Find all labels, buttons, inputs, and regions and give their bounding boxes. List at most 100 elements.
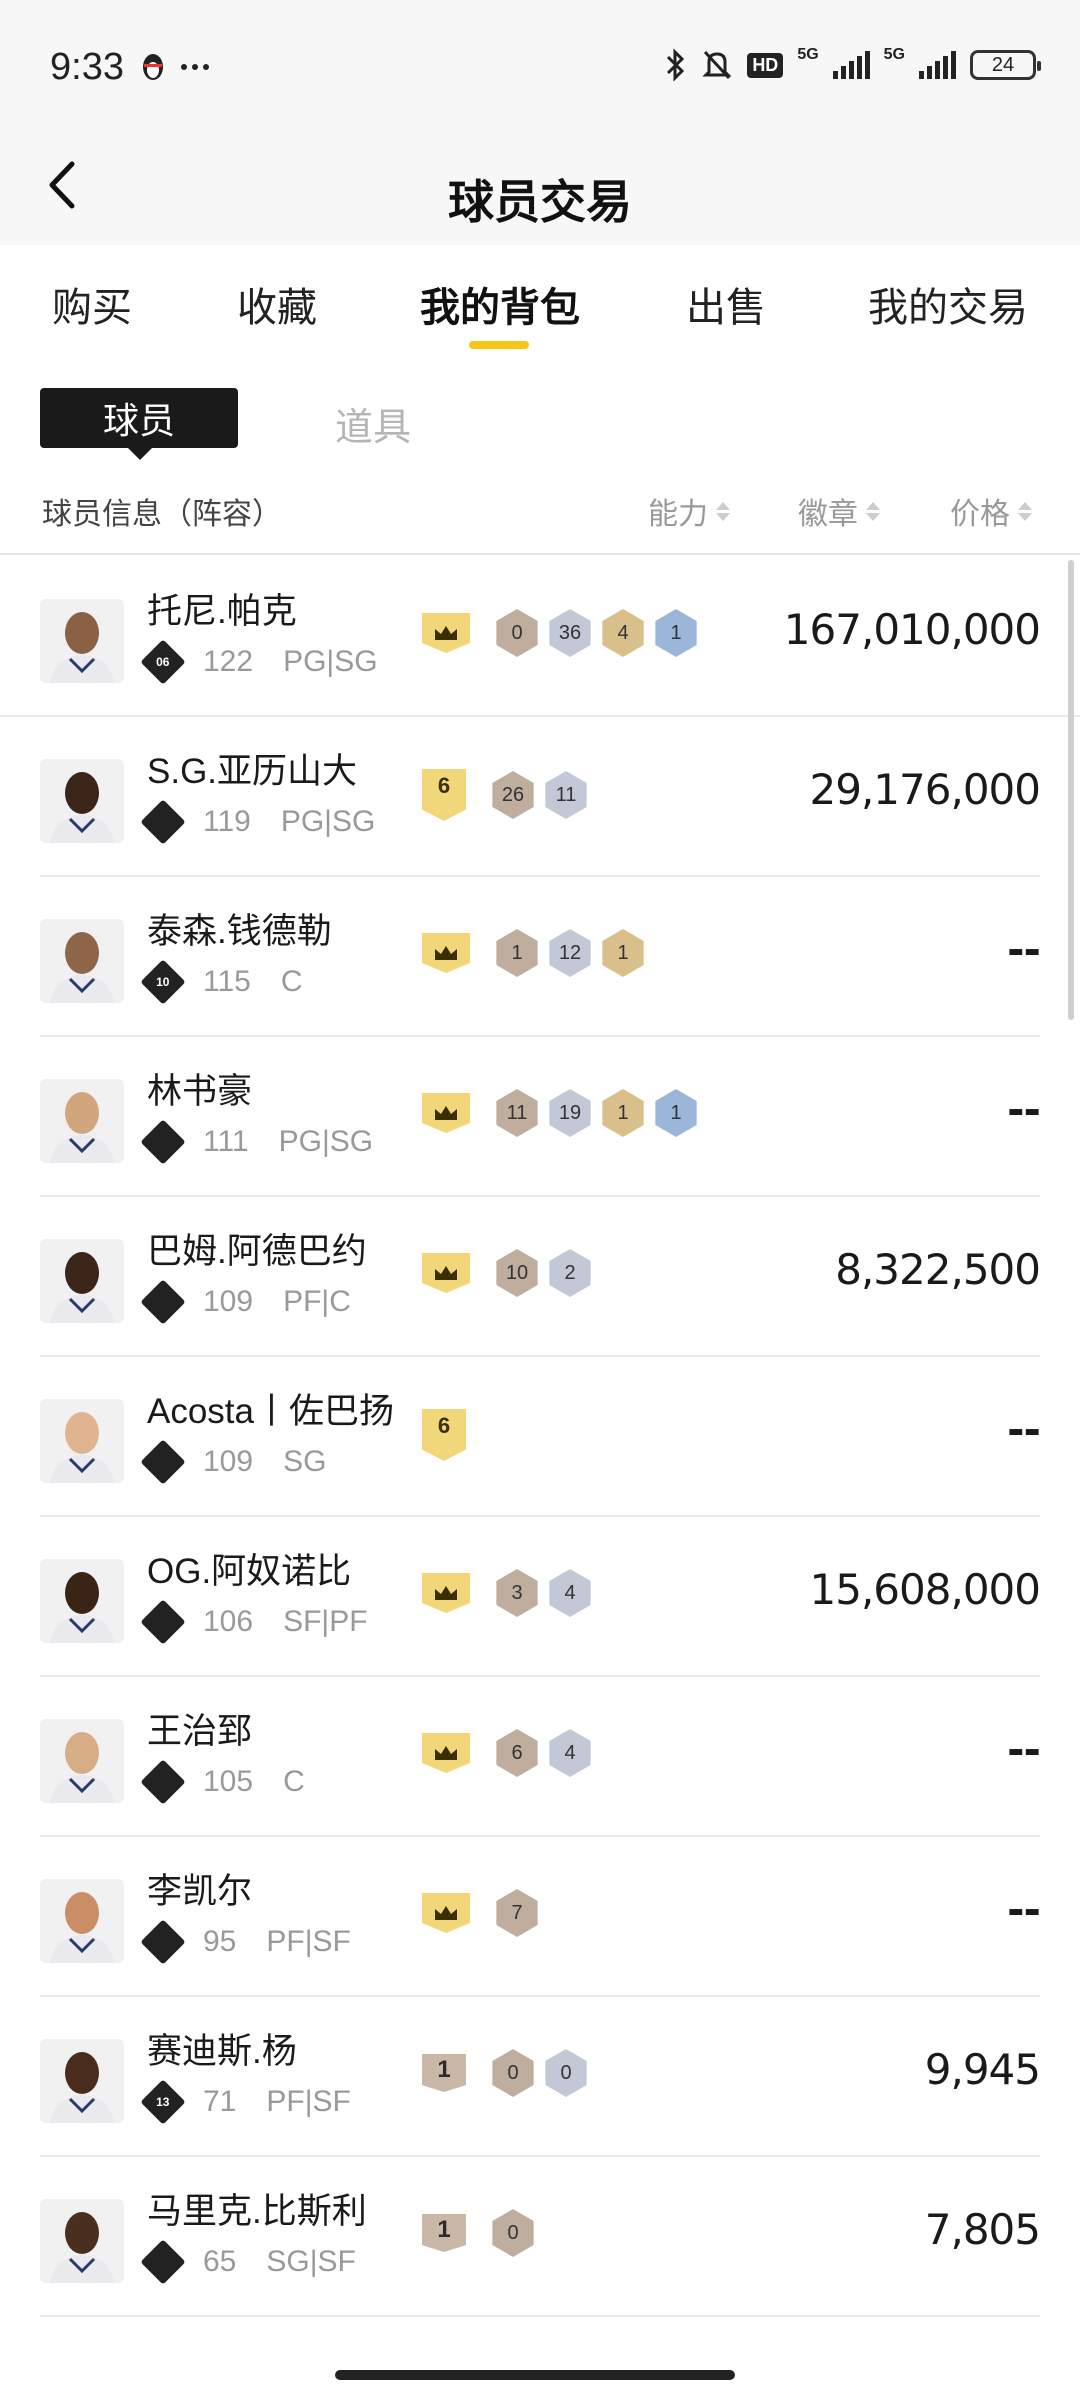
badge-count-blue: 1: [655, 1089, 697, 1137]
crown-tier-icon: [422, 1733, 470, 1773]
crown-tier-icon: [422, 1253, 470, 1293]
badge-count-bronze: 7: [496, 1889, 538, 1937]
player-rating: 65: [203, 2245, 237, 2278]
player-position: SG: [283, 1445, 327, 1478]
player-rating: 115: [203, 965, 251, 998]
tab-favorites[interactable]: 收藏: [237, 275, 317, 333]
player-badges: 10: [422, 2209, 537, 2257]
player-row[interactable]: 马里克.比斯利 65 SG|SF 10 7,805: [40, 2157, 1041, 2317]
lineup-icon: [140, 1119, 186, 1165]
player-meta: 109 PF|C: [140, 1279, 351, 1325]
crown-tier-icon: [422, 933, 470, 973]
active-tab-indicator: [469, 341, 529, 349]
player-badges: 6: [422, 1409, 484, 1461]
subtab-items[interactable]: 道具: [335, 396, 411, 451]
player-position: C: [280, 965, 303, 998]
badge-count-bronze: 3: [496, 1569, 538, 1617]
player-rating: 95: [203, 1925, 237, 1958]
player-row[interactable]: 李凯尔 95 PF|SF 7 --: [40, 1837, 1041, 1997]
player-meta: 06 122 PG|SG: [140, 639, 378, 685]
badge-count-silver: 4: [549, 1569, 591, 1617]
network-type-2: 5G: [883, 46, 905, 63]
lineup-icon: [140, 2239, 186, 2285]
player-price: --: [1007, 1085, 1041, 1134]
player-badges: 64: [422, 1729, 594, 1777]
player-row[interactable]: 托尼.帕克 06 122 PG|SG 0 36 4 1 167,010,000: [0, 557, 1080, 717]
player-rating: 106: [203, 1605, 254, 1638]
player-rating: 71: [203, 2085, 237, 2118]
player-avatar: [40, 2199, 124, 2283]
player-row[interactable]: 林书豪 111 PG|SG 11 19 1 1 --: [40, 1037, 1041, 1197]
sort-price-label: 价格: [950, 498, 1010, 531]
lineup-icon: 13: [140, 2079, 186, 2125]
lineup-icon: [140, 1919, 186, 1965]
player-meta: 106 SF|PF: [140, 1599, 368, 1645]
player-position: PG|SG: [278, 1125, 374, 1158]
player-row[interactable]: 泰森.钱德勒 10 115 C 1 12 1 --: [40, 877, 1041, 1037]
tier-badge: 1: [422, 2214, 466, 2252]
player-badges: 11 19 1 1: [422, 1089, 700, 1137]
player-row[interactable]: 巴姆.阿德巴约 109 PF|C 10 2 8,322,500: [40, 1197, 1041, 1357]
player-price: 8,322,500: [835, 1245, 1041, 1294]
lineup-icon: 10: [140, 959, 186, 1005]
battery-icon: 24: [970, 50, 1041, 80]
player-rating: 105: [203, 1765, 254, 1798]
badge-count-bronze: 0: [496, 609, 538, 657]
player-avatar: [40, 1399, 124, 1483]
player-avatar: [40, 1079, 124, 1163]
player-name: 泰森.钱德勒: [147, 912, 332, 951]
player-row[interactable]: Acosta丨佐巴扬 109 SG 6 --: [40, 1357, 1041, 1517]
player-price: --: [1007, 1405, 1041, 1454]
player-name: 马里克.比斯利: [147, 2192, 367, 2231]
subtab-players[interactable]: 球员: [40, 388, 238, 460]
tier-badge: 6: [422, 769, 466, 821]
status-time: 9:33: [50, 46, 124, 88]
player-badges: 0 36 4 1: [422, 609, 700, 657]
tab-buy[interactable]: 购买: [52, 275, 132, 333]
player-rating: 111: [203, 1125, 249, 1158]
scrollbar[interactable]: [1068, 560, 1074, 1020]
lineup-icon: [140, 1599, 186, 1645]
player-row[interactable]: S.G.亚历山大 119 PG|SG 6 26 11 29,176,000: [40, 717, 1041, 877]
player-meta: 95 PF|SF: [140, 1919, 351, 1965]
home-indicator[interactable]: [335, 2370, 735, 2380]
sort-price[interactable]: 价格: [950, 489, 1032, 533]
badge-count-bronze: 6: [496, 1729, 538, 1777]
player-position: PG|SG: [283, 645, 378, 678]
player-price: 7,805: [924, 2205, 1041, 2254]
tab-sell[interactable]: 出售: [686, 275, 766, 333]
player-badges: 1 12 1: [422, 929, 647, 977]
player-row[interactable]: 赛迪斯.杨 13 71 PF|SF 100 9,945: [40, 1997, 1041, 2157]
player-meta: 105 C: [140, 1759, 305, 1805]
player-avatar: [40, 2039, 124, 2123]
hd-badge: HD: [747, 52, 784, 78]
player-name: 王治郅: [147, 1712, 253, 1751]
bluetooth-icon: [667, 48, 685, 82]
tab-my-trades[interactable]: 我的交易: [868, 275, 1028, 333]
badge-count-bronze: 26: [492, 771, 534, 819]
player-meta: 109 SG: [140, 1439, 327, 1485]
player-row[interactable]: OG.阿奴诺比 106 SF|PF 34 15,608,000: [40, 1517, 1041, 1677]
player-name: 林书豪: [147, 1072, 253, 1111]
player-avatar: [40, 1719, 124, 1803]
tab-my-backpack[interactable]: 我的背包: [420, 275, 580, 333]
badge-count-silver: 2: [549, 1249, 591, 1297]
tier-badge: 6: [422, 1409, 466, 1461]
player-position: PF|SF: [266, 2085, 351, 2118]
player-position: SF|PF: [283, 1605, 368, 1638]
badge-count-silver: 12: [549, 929, 591, 977]
network-type-1: 5G: [797, 46, 819, 63]
lineup-icon: [140, 1439, 186, 1485]
penguin-icon: [143, 54, 163, 80]
sub-tabs: 球员 道具: [0, 380, 1080, 460]
player-row[interactable]: 王治郅 105 C 64 --: [40, 1677, 1041, 1837]
signal-bars-icon-2: [919, 51, 956, 79]
lineup-icon: [140, 799, 186, 845]
player-price: --: [1007, 1885, 1041, 1934]
player-badges: 6 26 11: [422, 769, 590, 821]
sort-ability[interactable]: 能力: [648, 489, 730, 533]
player-name: 巴姆.阿德巴约: [147, 1232, 367, 1271]
sort-badge[interactable]: 徽章: [798, 489, 880, 533]
player-meta: 10 115 C: [140, 959, 303, 1005]
player-name: 赛迪斯.杨: [147, 2032, 297, 2071]
